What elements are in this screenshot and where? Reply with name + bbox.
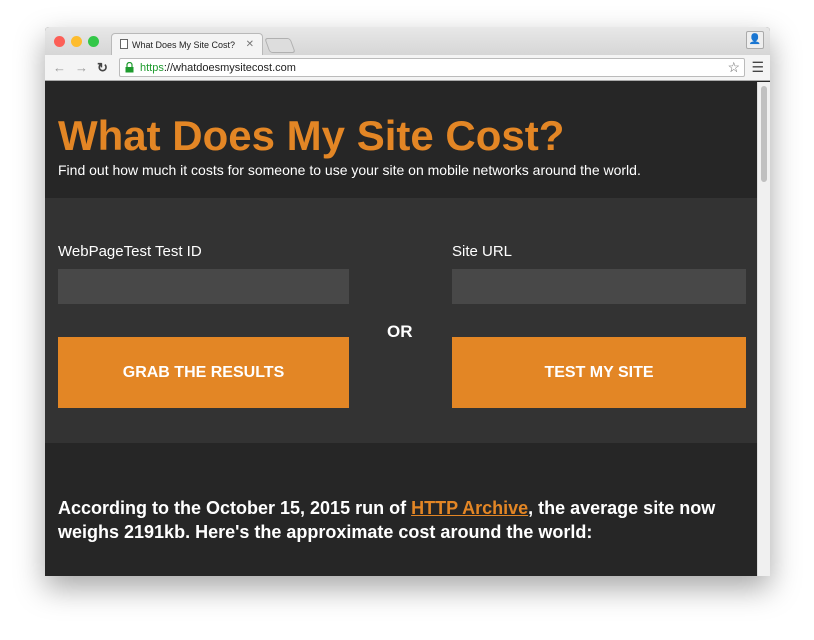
info-text: According to the October 15, 2015 run of… (45, 443, 757, 544)
page-subtitle: Find out how much it costs for someone t… (58, 162, 641, 178)
tab-bar: What Does My Site Cost? ✕ 👤 (45, 27, 770, 55)
maximize-window-button[interactable] (88, 36, 99, 47)
page-icon (120, 39, 128, 49)
profile-icon[interactable]: 👤 (746, 31, 764, 49)
reload-icon[interactable]: ↻ (97, 60, 108, 76)
menu-icon[interactable]: ☰ (751, 59, 764, 76)
http-archive-link[interactable]: HTTP Archive (411, 498, 528, 518)
grab-results-button[interactable]: GRAB THE RESULTS (58, 337, 349, 408)
browser-window: What Does My Site Cost? ✕ 👤 ← → ↻ https:… (45, 27, 770, 576)
minimize-window-button[interactable] (71, 36, 82, 47)
address-bar[interactable]: https://whatdoesmysitecost.com ☆ (119, 58, 745, 77)
info-prefix: According to the October 15, 2015 run of (58, 498, 412, 518)
new-tab-button[interactable] (264, 38, 296, 53)
hero: What Does My Site Cost? Find out how muc… (45, 82, 757, 198)
close-tab-icon[interactable]: ✕ (246, 39, 254, 50)
site-url-input[interactable] (452, 269, 746, 304)
page-content: What Does My Site Cost? Find out how muc… (45, 82, 757, 576)
url-host: ://whatdoesmysitecost.com (163, 62, 296, 74)
or-label: OR (387, 322, 413, 341)
lock-icon (125, 62, 134, 73)
scrollbar-thumb[interactable] (761, 86, 767, 182)
close-window-button[interactable] (54, 36, 65, 47)
back-icon[interactable]: ← (53, 60, 66, 75)
url-scheme: https (140, 62, 164, 74)
scrollbar[interactable] (757, 82, 770, 576)
test-form: WebPageTest Test ID Site URL OR GRAB THE… (45, 198, 757, 443)
bookmark-star-icon[interactable]: ☆ (727, 59, 740, 76)
toolbar: ← → ↻ https://whatdoesmysitecost.com ☆ ☰ (45, 55, 770, 81)
test-id-label: WebPageTest Test ID (58, 243, 202, 260)
test-my-site-button[interactable]: TEST MY SITE (452, 337, 746, 408)
page-title: What Does My Site Cost? (58, 112, 565, 159)
test-id-input[interactable] (58, 269, 349, 304)
tab-title: What Does My Site Cost? (132, 40, 236, 50)
site-url-label: Site URL (452, 243, 513, 260)
forward-icon[interactable]: → (75, 60, 88, 75)
browser-tab[interactable]: What Does My Site Cost? ✕ (111, 33, 263, 55)
